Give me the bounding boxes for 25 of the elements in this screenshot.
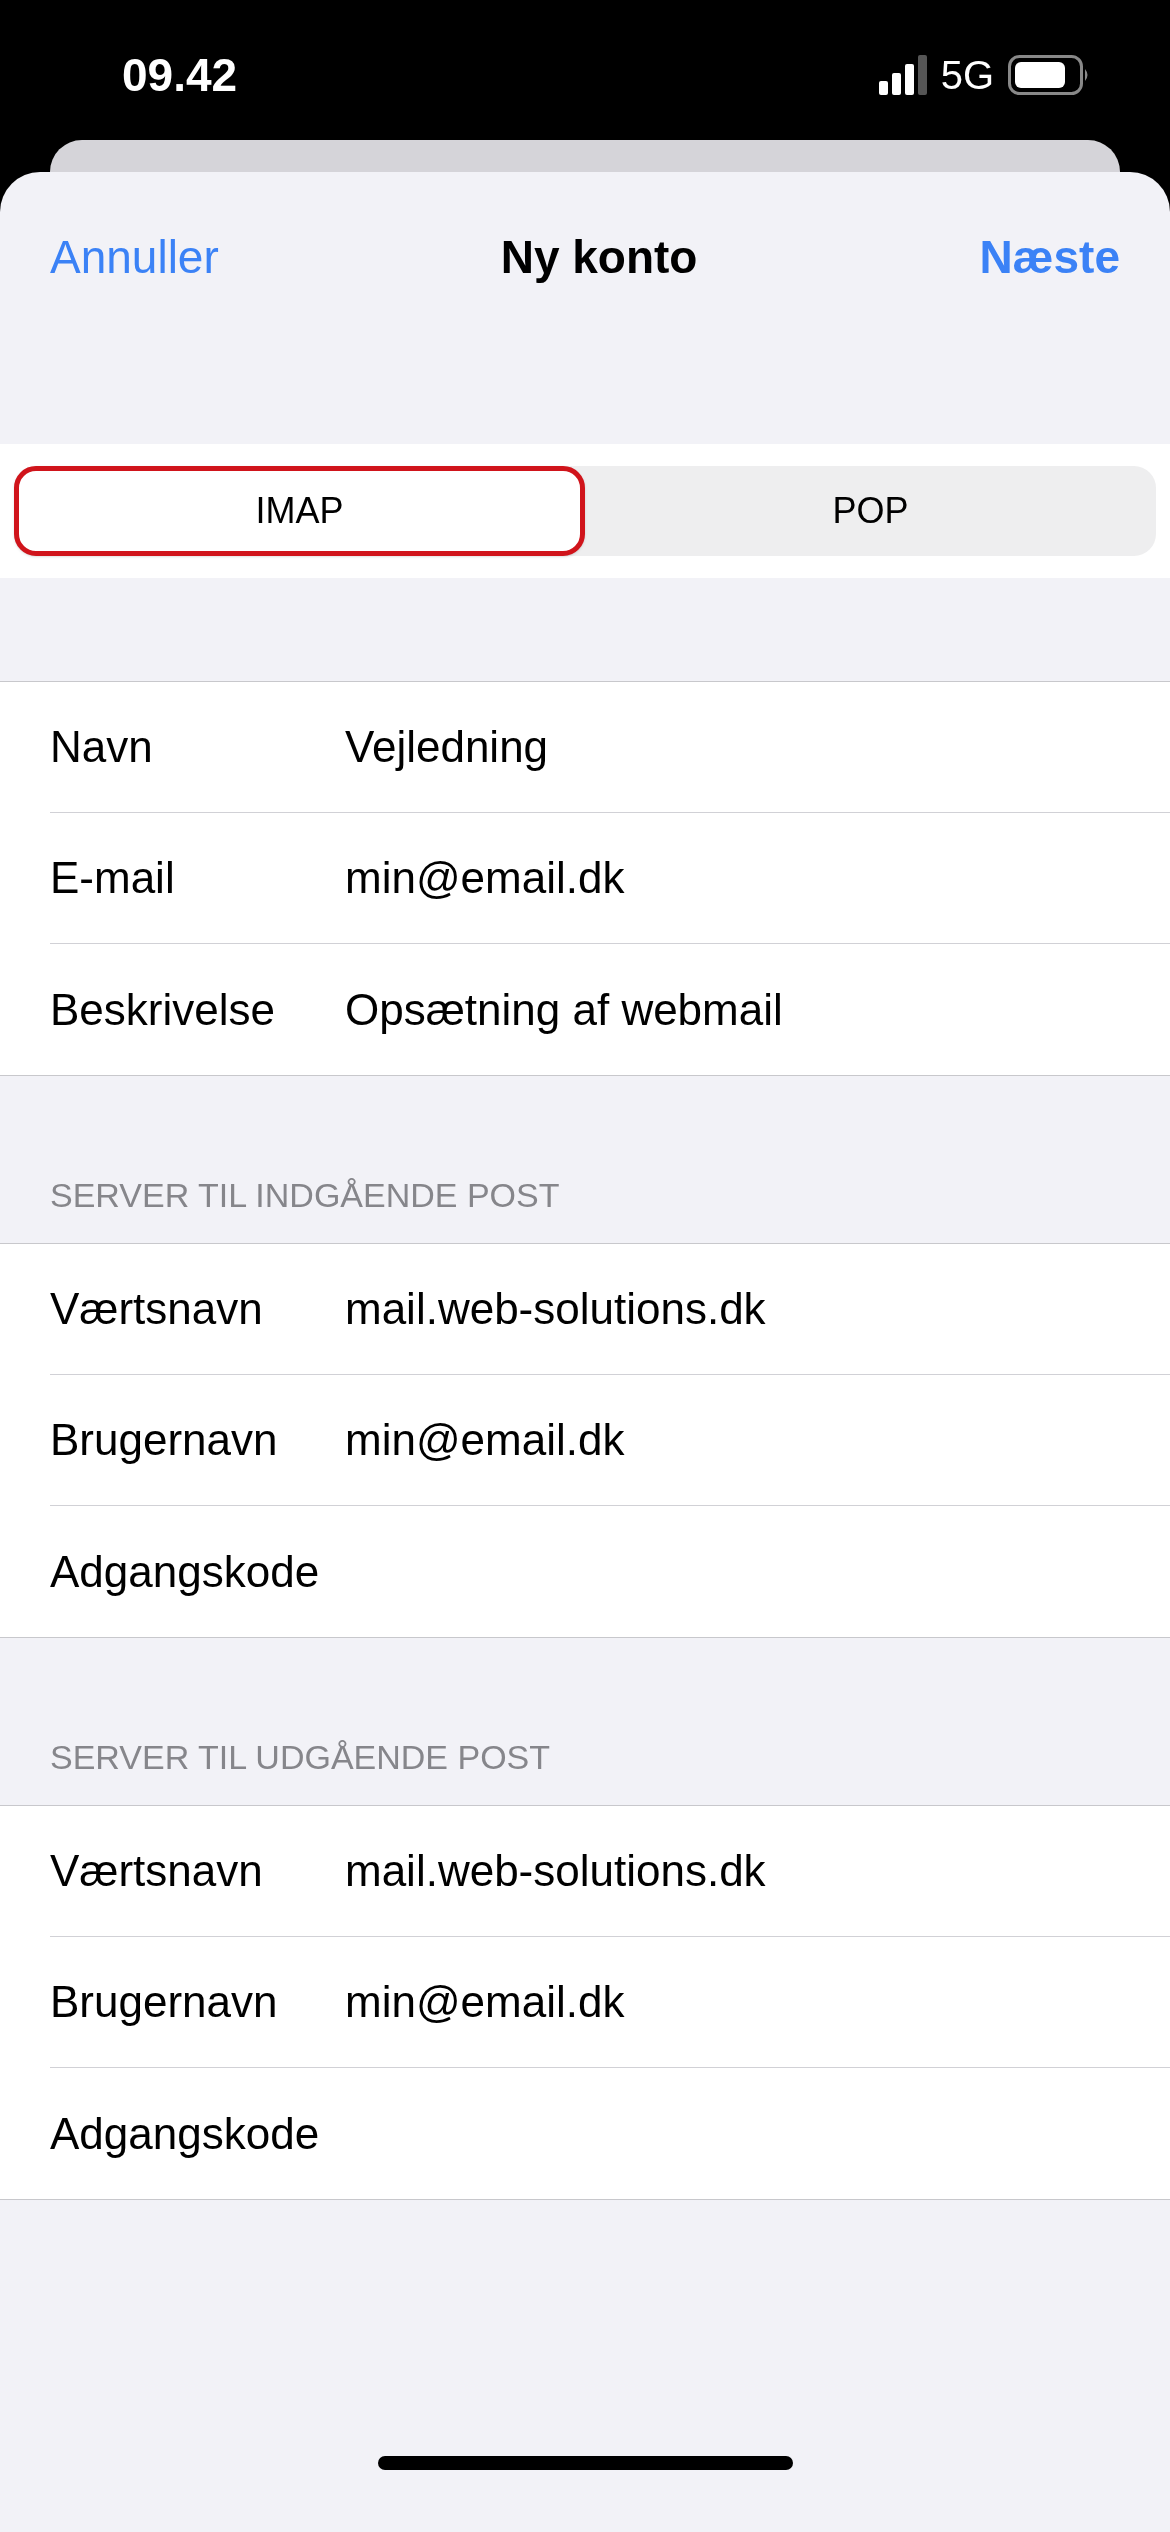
nav-title: Ny konto (500, 229, 698, 285)
input-field[interactable]: min@email.dk (345, 1407, 1130, 1473)
segment-tab[interactable]: POP (585, 466, 1156, 556)
input-field[interactable]: mail.web-solutions.dk (345, 1838, 1130, 1904)
segment-tab[interactable]: IMAP (14, 466, 585, 556)
field-label: Beskrivelse (50, 983, 276, 1036)
status-time: 09.42 (122, 47, 238, 103)
input-field[interactable]: min@email.dk (345, 1969, 1130, 2035)
signal-icon (878, 55, 927, 95)
battery-icon (1008, 55, 1090, 95)
input-field[interactable]: min@email.dk (345, 845, 1130, 911)
field-label: Brugernavn (50, 1976, 279, 2028)
input-field[interactable]: Vejledning (345, 714, 1130, 780)
section-header: SERVER TIL UDGÅENDE POST (50, 1737, 551, 1778)
field-label: Værtsnavn (50, 1845, 264, 1897)
field-label: Brugernavn (50, 1414, 279, 1466)
network-label: 5G (940, 52, 994, 99)
input-field[interactable]: mail.web-solutions.dk (345, 1276, 1130, 1342)
field-label: Adgangskode (50, 1545, 321, 1598)
field-label: Navn (50, 721, 154, 773)
field-label: E-mail (50, 852, 176, 904)
input-field[interactable]: Opsætning af webmail (345, 976, 1130, 1043)
field-label: Adgangskode (50, 2107, 321, 2160)
field-label: Værtsnavn (50, 1283, 264, 1335)
section-header: SERVER TIL INDGÅENDE POST (50, 1175, 560, 1216)
